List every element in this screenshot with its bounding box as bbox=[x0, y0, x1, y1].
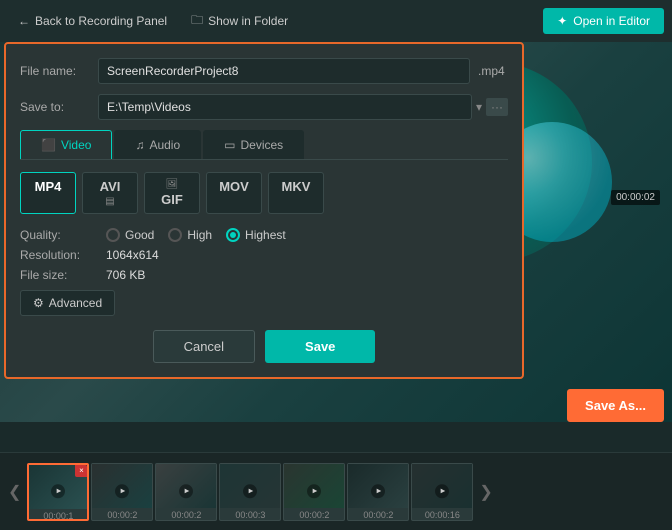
open-editor-label: Open in Editor bbox=[573, 14, 650, 28]
mkv-label: MKV bbox=[282, 179, 311, 194]
quality-high[interactable]: High bbox=[168, 228, 212, 242]
save-button[interactable]: Save bbox=[265, 330, 375, 363]
thumb-time-4: 00:00:3 bbox=[220, 508, 280, 522]
devices-tab-icon: ▭ bbox=[224, 138, 235, 152]
quality-row: Quality: Good High Highest bbox=[20, 228, 508, 242]
avi-icon: ▤ bbox=[105, 196, 114, 207]
timeline-left-nav[interactable]: ❮ bbox=[4, 482, 25, 502]
format-avi[interactable]: AVI ▤ bbox=[82, 172, 138, 214]
quality-good[interactable]: Good bbox=[106, 228, 154, 242]
good-label: Good bbox=[125, 228, 154, 242]
good-radio[interactable] bbox=[106, 228, 120, 242]
highest-label: Highest bbox=[245, 228, 286, 242]
top-bar: ← Back to Recording Panel 🗀 Show in Fold… bbox=[0, 0, 672, 42]
back-label: Back to Recording Panel bbox=[35, 14, 167, 28]
timeline-thumb-6[interactable]: 00:00:2 bbox=[347, 463, 409, 521]
filesize-value: 706 KB bbox=[106, 268, 145, 282]
mov-label: MOV bbox=[219, 179, 249, 194]
timeline-thumb-4[interactable]: 00:00:3 bbox=[219, 463, 281, 521]
file-extension: .mp4 bbox=[478, 64, 508, 78]
format-gif[interactable]: 🖼 GIF bbox=[144, 172, 200, 214]
filename-input[interactable] bbox=[98, 58, 470, 84]
quality-highest[interactable]: Highest bbox=[226, 228, 286, 242]
high-label: High bbox=[187, 228, 212, 242]
filesize-row: File size: 706 KB bbox=[20, 268, 508, 282]
timeline-thumb-1[interactable]: × 00:00:1 bbox=[27, 463, 89, 521]
thumb-play-3[interactable] bbox=[179, 484, 193, 498]
gear-icon: ⚙ bbox=[33, 296, 44, 310]
path-row: ▾ ··· bbox=[98, 94, 508, 120]
format-mov[interactable]: MOV bbox=[206, 172, 262, 214]
advanced-button[interactable]: ⚙ Advanced bbox=[20, 290, 115, 316]
gif-label: GIF bbox=[161, 192, 183, 207]
cancel-button[interactable]: Cancel bbox=[153, 330, 255, 363]
path-dropdown-icon[interactable]: ▾ bbox=[476, 100, 482, 114]
devices-tab-label: Devices bbox=[240, 138, 283, 152]
back-arrow-icon: ← bbox=[18, 14, 30, 28]
timeline-thumb-5[interactable]: 00:00:2 bbox=[283, 463, 345, 521]
export-dialog: File name: .mp4 Save to: ▾ ··· ⬛ Video ♫… bbox=[4, 42, 524, 379]
format-mkv[interactable]: MKV bbox=[268, 172, 324, 214]
thumb-play-4[interactable] bbox=[243, 484, 257, 498]
thumb-time-1: 00:00:1 bbox=[29, 509, 87, 523]
resolution-label: Resolution: bbox=[20, 248, 100, 262]
show-folder-button[interactable]: 🗀 Show in Folder bbox=[181, 7, 298, 36]
filesize-label: File size: bbox=[20, 268, 100, 282]
thumb-time-7: 00:00:16 bbox=[412, 508, 472, 522]
tab-video[interactable]: ⬛ Video bbox=[20, 130, 112, 159]
timeline-thumb-2[interactable]: 00:00:2 bbox=[91, 463, 153, 521]
video-tab-icon: ⬛ bbox=[41, 138, 56, 152]
mp4-label: MP4 bbox=[35, 179, 62, 194]
format-tabs: ⬛ Video ♫ Audio ▭ Devices bbox=[20, 130, 508, 160]
tab-audio[interactable]: ♫ Audio bbox=[114, 130, 201, 159]
editor-icon: ✦ bbox=[557, 14, 567, 28]
open-editor-button[interactable]: ✦ Open in Editor bbox=[543, 8, 664, 34]
saveto-row: Save to: ▾ ··· bbox=[20, 94, 508, 120]
timeline: ❮ × 00:00:1 00:00:2 00:00:2 00:00:3 bbox=[0, 452, 672, 530]
resolution-value: 1064x614 bbox=[106, 248, 159, 262]
timeline-right-nav[interactable]: ❯ bbox=[475, 482, 496, 502]
thumb-play-2[interactable] bbox=[115, 484, 129, 498]
show-folder-label: Show in Folder bbox=[208, 14, 288, 28]
quality-label: Quality: bbox=[20, 228, 100, 242]
save-path-input[interactable] bbox=[98, 94, 472, 120]
advanced-label: Advanced bbox=[49, 296, 102, 310]
filename-row: File name: .mp4 bbox=[20, 58, 508, 84]
resolution-row: Resolution: 1064x614 bbox=[20, 248, 508, 262]
thumb-time-2: 00:00:2 bbox=[92, 508, 152, 522]
format-mp4[interactable]: MP4 bbox=[20, 172, 76, 214]
high-radio[interactable] bbox=[168, 228, 182, 242]
filename-label: File name: bbox=[20, 64, 90, 78]
time-badge: 00:00:02 bbox=[611, 190, 660, 205]
highest-radio[interactable] bbox=[226, 228, 240, 242]
back-button[interactable]: ← Back to Recording Panel bbox=[8, 10, 177, 32]
audio-tab-icon: ♫ bbox=[135, 138, 144, 152]
audio-tab-label: Audio bbox=[149, 138, 180, 152]
video-tab-label: Video bbox=[61, 138, 91, 152]
saveto-label: Save to: bbox=[20, 100, 90, 114]
folder-icon: 🗀 bbox=[191, 11, 203, 32]
format-buttons: MP4 AVI ▤ 🖼 GIF MOV MKV bbox=[20, 172, 508, 214]
browse-button[interactable]: ··· bbox=[486, 98, 508, 116]
thumb-close-1[interactable]: × bbox=[75, 465, 87, 477]
timeline-thumb-7[interactable]: 00:00:16 bbox=[411, 463, 473, 521]
thumb-play-7[interactable] bbox=[435, 484, 449, 498]
thumb-time-3: 00:00:2 bbox=[156, 508, 216, 522]
avi-label: AVI bbox=[100, 179, 121, 194]
thumb-play-6[interactable] bbox=[371, 484, 385, 498]
dialog-footer: Cancel Save bbox=[20, 330, 508, 363]
quality-options: Good High Highest bbox=[106, 228, 286, 242]
thumb-time-5: 00:00:2 bbox=[284, 508, 344, 522]
thumb-time-6: 00:00:2 bbox=[348, 508, 408, 522]
gif-icon: 🖼 bbox=[166, 179, 179, 190]
thumb-play-5[interactable] bbox=[307, 484, 321, 498]
timeline-thumb-3[interactable]: 00:00:2 bbox=[155, 463, 217, 521]
save-as-button[interactable]: Save As... bbox=[567, 389, 664, 422]
tab-devices[interactable]: ▭ Devices bbox=[203, 130, 304, 159]
thumb-play-1[interactable] bbox=[51, 484, 65, 498]
